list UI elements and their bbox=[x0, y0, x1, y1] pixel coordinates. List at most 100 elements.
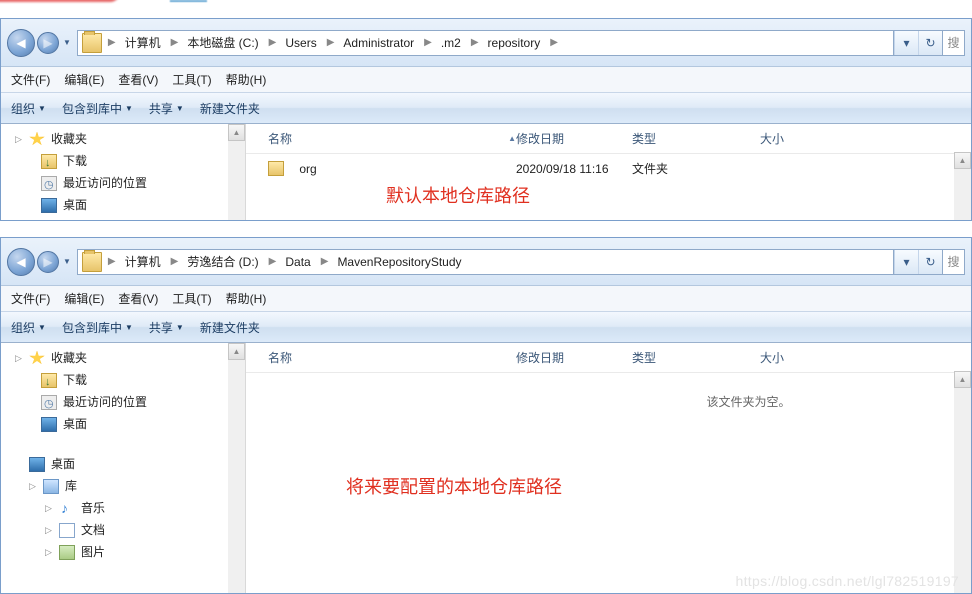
titlebar: ▼ ▶ 计算机▶ 本地磁盘 (C:)▶ Users▶ Administrator… bbox=[1, 19, 971, 67]
music-icon bbox=[59, 501, 75, 516]
explorer-window-2: ▼ ▶ 计算机▶ 劳逸结合 (D:)▶ Data▶ MavenRepositor… bbox=[0, 237, 972, 594]
menubar: 文件(F) 编辑(E) 查看(V) 工具(T) 帮助(H) bbox=[1, 67, 971, 92]
menu-edit[interactable]: 编辑(E) bbox=[64, 290, 104, 307]
crumb-maven-repo[interactable]: MavenRepositoryStudy bbox=[330, 250, 469, 274]
tool-organize[interactable]: 组织 ▼ bbox=[11, 319, 46, 336]
explorer-window-1: ▼ ▶ 计算机▶ 本地磁盘 (C:)▶ Users▶ Administrator… bbox=[0, 18, 972, 221]
tree-downloads[interactable]: 下载 bbox=[1, 369, 245, 391]
nav-back-button[interactable] bbox=[7, 29, 35, 57]
tree-recent[interactable]: 最近访问的位置 bbox=[1, 172, 245, 194]
tool-share[interactable]: 共享 ▼ bbox=[149, 319, 184, 336]
tree-music[interactable]: ▷音乐 bbox=[1, 497, 245, 519]
body-pane: ▷收藏夹 下载 最近访问的位置 桌面 桌面 ▷库 ▷音乐 ▷文档 ▷图片 ▲ 名… bbox=[1, 343, 971, 593]
chevron-right-icon[interactable]: ▶ bbox=[469, 37, 481, 48]
menu-edit[interactable]: 编辑(E) bbox=[64, 71, 104, 88]
desktop-icon bbox=[41, 417, 57, 432]
menu-file[interactable]: 文件(F) bbox=[11, 71, 50, 88]
scroll-up-button[interactable]: ▲ bbox=[954, 371, 971, 388]
search-input[interactable]: 搜 bbox=[943, 30, 965, 56]
menu-help[interactable]: 帮助(H) bbox=[226, 290, 267, 307]
crumb-computer[interactable]: 计算机 bbox=[118, 31, 169, 55]
tool-organize[interactable]: 组织 ▼ bbox=[11, 100, 46, 117]
crumb-drive-d[interactable]: 劳逸结合 (D:) bbox=[180, 250, 266, 274]
body-pane: ▷收藏夹 下载 最近访问的位置 桌面 ▲ 名称▲ 修改日期 类型 大小 org … bbox=[1, 124, 971, 220]
file-list: 名称▲ 修改日期 类型 大小 org 2020/09/18 11:16 文件夹 … bbox=[246, 124, 971, 220]
chevron-right-icon[interactable]: ▶ bbox=[169, 256, 181, 267]
crumb-repository[interactable]: repository bbox=[481, 31, 549, 55]
recent-icon bbox=[41, 395, 57, 410]
chevron-right-icon[interactable]: ▶ bbox=[319, 256, 331, 267]
nav-forward-button[interactable] bbox=[37, 251, 59, 273]
address-bar[interactable]: ▶ 计算机▶ 劳逸结合 (D:)▶ Data▶ MavenRepositoryS… bbox=[77, 249, 943, 275]
chevron-right-icon[interactable]: ▶ bbox=[169, 37, 181, 48]
menu-tools[interactable]: 工具(T) bbox=[172, 290, 211, 307]
chevron-right-icon[interactable]: ▶ bbox=[267, 37, 279, 48]
tool-include-library[interactable]: 包含到库中 ▼ bbox=[62, 100, 133, 117]
crumb-administrator[interactable]: Administrator bbox=[336, 31, 422, 55]
tree-libraries[interactable]: ▷库 bbox=[1, 475, 245, 497]
star-icon bbox=[29, 132, 45, 147]
tree-pictures[interactable]: ▷图片 bbox=[1, 541, 245, 563]
nav-history-dropdown[interactable]: ▼ bbox=[63, 257, 71, 266]
scroll-up-button[interactable]: ▲ bbox=[954, 152, 971, 169]
crumb-drive-c[interactable]: 本地磁盘 (C:) bbox=[180, 31, 266, 55]
refresh-button[interactable]: ↻ bbox=[918, 250, 942, 274]
chevron-right-icon[interactable]: ▶ bbox=[548, 37, 560, 48]
tree-favorites[interactable]: ▷收藏夹 bbox=[1, 347, 245, 369]
scroll-up-button[interactable]: ▲ bbox=[228, 124, 245, 141]
col-size[interactable]: 大小 bbox=[760, 349, 840, 366]
col-type[interactable]: 类型 bbox=[632, 349, 760, 366]
table-row[interactable]: org 2020/09/18 11:16 文件夹 bbox=[246, 158, 971, 179]
toolbar: 组织 ▼ 包含到库中 ▼ 共享 ▼ 新建文件夹 bbox=[1, 311, 971, 343]
tree-scrollbar[interactable]: ▲ bbox=[228, 343, 245, 593]
col-type[interactable]: 类型 bbox=[632, 130, 760, 147]
crumb-m2[interactable]: .m2 bbox=[434, 31, 469, 55]
tree-documents[interactable]: ▷文档 bbox=[1, 519, 245, 541]
menu-view[interactable]: 查看(V) bbox=[118, 71, 158, 88]
scroll-up-button[interactable]: ▲ bbox=[228, 343, 245, 360]
chevron-right-icon[interactable]: ▶ bbox=[106, 37, 118, 48]
tool-new-folder[interactable]: 新建文件夹 bbox=[200, 100, 260, 117]
chevron-right-icon[interactable]: ▶ bbox=[267, 256, 279, 267]
menu-help[interactable]: 帮助(H) bbox=[226, 71, 267, 88]
tree-recent[interactable]: 最近访问的位置 bbox=[1, 391, 245, 413]
col-date[interactable]: 修改日期 bbox=[516, 349, 632, 366]
tree-desktop[interactable]: 桌面 bbox=[1, 413, 245, 435]
col-name[interactable]: 名称▲ bbox=[268, 130, 516, 147]
col-name[interactable]: 名称 bbox=[268, 349, 516, 366]
refresh-button[interactable]: ↻ bbox=[918, 31, 942, 55]
menu-view[interactable]: 查看(V) bbox=[118, 290, 158, 307]
tool-include-library[interactable]: 包含到库中 ▼ bbox=[62, 319, 133, 336]
tree-desktop[interactable]: 桌面 bbox=[1, 194, 245, 216]
nav-back-button[interactable] bbox=[7, 248, 35, 276]
addr-dropdown-button[interactable]: ▾ bbox=[894, 31, 918, 55]
crumb-users[interactable]: Users bbox=[278, 31, 324, 55]
tool-share[interactable]: 共享 ▼ bbox=[149, 100, 184, 117]
addr-dropdown-button[interactable]: ▾ bbox=[894, 250, 918, 274]
chevron-right-icon[interactable]: ▶ bbox=[106, 256, 118, 267]
address-bar[interactable]: ▶ 计算机▶ 本地磁盘 (C:)▶ Users▶ Administrator▶ … bbox=[77, 30, 943, 56]
menu-tools[interactable]: 工具(T) bbox=[172, 71, 211, 88]
column-headers: 名称▲ 修改日期 类型 大小 bbox=[246, 124, 971, 154]
desktop-icon bbox=[29, 457, 45, 472]
crumb-data[interactable]: Data bbox=[278, 250, 318, 274]
content-scrollbar[interactable]: ▲ bbox=[954, 371, 971, 593]
tree-scrollbar[interactable]: ▲ bbox=[228, 124, 245, 220]
col-date[interactable]: 修改日期 bbox=[516, 130, 632, 147]
chevron-right-icon[interactable]: ▶ bbox=[422, 37, 434, 48]
tree-favorites[interactable]: ▷收藏夹 bbox=[1, 128, 245, 150]
nav-tree: ▷收藏夹 下载 最近访问的位置 桌面 桌面 ▷库 ▷音乐 ▷文档 ▷图片 ▲ bbox=[1, 343, 246, 593]
tree-desktop-root[interactable]: 桌面 bbox=[1, 453, 245, 475]
col-size[interactable]: 大小 bbox=[760, 130, 840, 147]
nav-history-dropdown[interactable]: ▼ bbox=[63, 38, 71, 47]
chevron-right-icon[interactable]: ▶ bbox=[325, 37, 337, 48]
search-input[interactable]: 搜 bbox=[943, 249, 965, 275]
menu-file[interactable]: 文件(F) bbox=[11, 290, 50, 307]
tool-new-folder[interactable]: 新建文件夹 bbox=[200, 319, 260, 336]
crumb-computer[interactable]: 计算机 bbox=[118, 250, 169, 274]
annotation-default-path: 默认本地仓库路径 bbox=[386, 182, 530, 208]
nav-forward-button[interactable] bbox=[37, 32, 59, 54]
content-scrollbar[interactable]: ▲ bbox=[954, 152, 971, 220]
tree-downloads[interactable]: 下载 bbox=[1, 150, 245, 172]
empty-folder-message: 该文件夹为空。 bbox=[246, 373, 971, 410]
